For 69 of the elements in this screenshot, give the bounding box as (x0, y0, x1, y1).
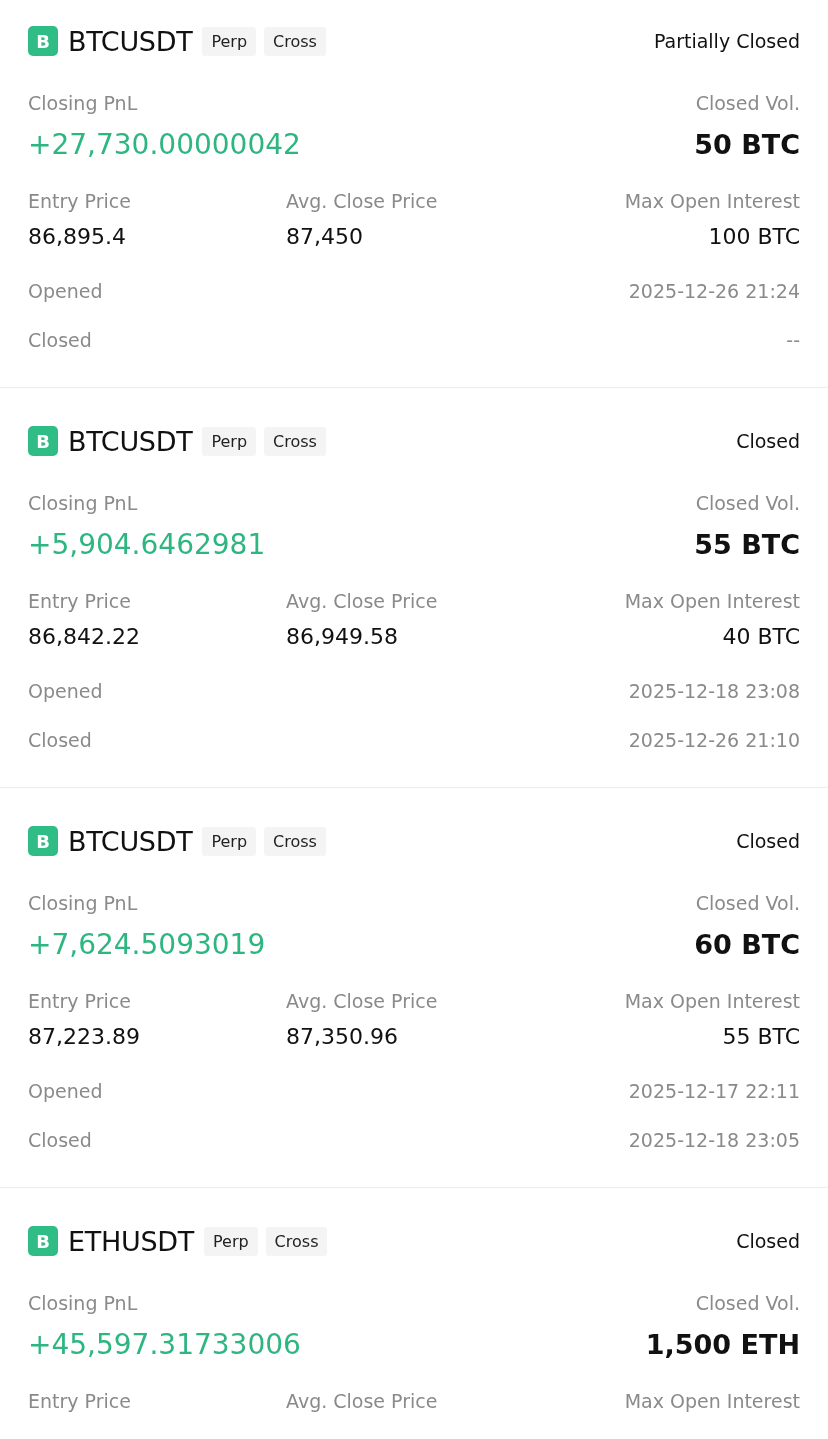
time-value: 2025-12-26 21:24 (628, 279, 800, 303)
detail-value: 40 BTC (721, 623, 800, 651)
detail-label: Entry Price (28, 1389, 132, 1413)
tag: Cross (264, 826, 326, 856)
pnl-value: +27,730.00000042 (28, 127, 301, 163)
coin-logo-icon: B (28, 426, 58, 456)
symbol: BTCUSDT (68, 425, 193, 457)
detail-value: 87,350.96 (286, 1023, 399, 1051)
symbol: BTCUSDT (68, 25, 193, 57)
volume-label: Closed Vol. (695, 891, 800, 915)
pnl-value: +7,624.5093019 (28, 927, 266, 963)
time-label: Opened (28, 679, 103, 703)
detail-label: Max Open Interest (624, 1389, 800, 1413)
status: Partially Closed (653, 30, 800, 52)
detail-value: 86,949.58 (286, 623, 399, 651)
tag: Perp (202, 826, 257, 856)
detail-value: 100 BTC (707, 223, 800, 251)
detail-label: Entry Price (28, 589, 132, 613)
detail-label: Entry Price (28, 189, 132, 213)
status: Closed (736, 830, 800, 852)
pnl-label: Closing PnL (28, 1291, 138, 1315)
detail-value: 86,895.4 (28, 223, 127, 251)
time-value: 2025-12-18 23:05 (628, 1128, 800, 1152)
detail-value: 87,450 (286, 223, 364, 251)
time-value: 2025-12-17 22:11 (628, 1079, 800, 1103)
volume-value: 60 BTC (694, 928, 800, 962)
tag: Perp (202, 26, 257, 56)
status: Closed (736, 1230, 800, 1252)
detail-label: Avg. Close Price (286, 189, 439, 213)
volume-value: 55 BTC (694, 528, 800, 562)
pnl-value: +45,597.31733006 (28, 1327, 301, 1363)
time-value: 2025-12-18 23:08 (628, 679, 800, 703)
pnl-label: Closing PnL (28, 91, 138, 115)
detail-label: Avg. Close Price (286, 989, 439, 1013)
tag: Cross (264, 26, 326, 56)
time-label: Opened (28, 1079, 103, 1103)
detail-label: Avg. Close Price (286, 589, 439, 613)
time-label: Closed (28, 1128, 92, 1152)
tag: Cross (264, 426, 326, 456)
pnl-value: +5,904.6462981 (28, 527, 266, 563)
detail-value: 86,842.22 (28, 623, 141, 651)
detail-label: Max Open Interest (624, 589, 800, 613)
detail-value: 87,223.89 (28, 1023, 141, 1051)
detail-value: 55 BTC (721, 1023, 800, 1051)
detail-label: Avg. Close Price (286, 1389, 439, 1413)
tag: Perp (203, 1226, 258, 1256)
status: Closed (736, 430, 800, 452)
volume-label: Closed Vol. (695, 491, 800, 515)
tag: Perp (202, 426, 257, 456)
detail-label: Max Open Interest (624, 189, 800, 213)
tag: Cross (265, 1226, 328, 1256)
time-label: Closed (28, 328, 92, 352)
symbol: BTCUSDT (68, 825, 193, 857)
time-label: Opened (28, 279, 103, 303)
time-label: Closed (28, 728, 92, 752)
pnl-label: Closing PnL (28, 491, 138, 515)
time-value: -- (786, 328, 800, 352)
volume-label: Closed Vol. (695, 1291, 800, 1315)
coin-logo-icon: B (28, 1226, 58, 1256)
coin-logo-icon: B (28, 26, 58, 56)
coin-logo-icon: B (28, 826, 58, 856)
detail-label: Entry Price (28, 989, 132, 1013)
volume-value: 50 BTC (694, 128, 800, 162)
volume-label: Closed Vol. (695, 91, 800, 115)
symbol: ETHUSDT (68, 1225, 194, 1257)
time-value: 2025-12-26 21:10 (628, 728, 800, 752)
volume-value: 1,500 ETH (645, 1328, 800, 1362)
detail-label: Max Open Interest (624, 989, 800, 1013)
pnl-label: Closing PnL (28, 891, 138, 915)
